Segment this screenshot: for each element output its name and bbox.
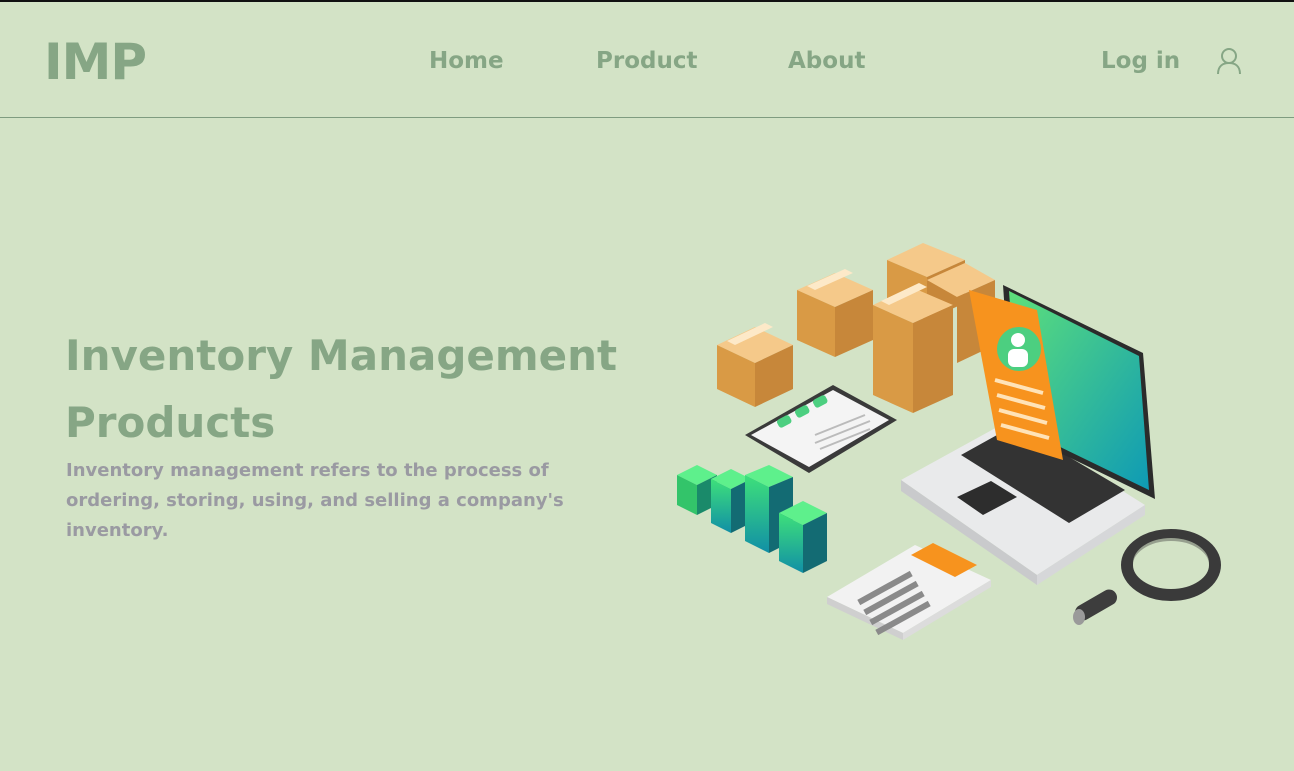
hero-title: Inventory Management Products xyxy=(65,331,618,447)
calculator-icon xyxy=(827,543,991,640)
login-link[interactable]: Log in xyxy=(1101,46,1180,76)
box-icon xyxy=(873,283,953,413)
nav-about-link[interactable]: About xyxy=(788,46,865,76)
hero-description: Inventory management refers to the proce… xyxy=(66,460,564,541)
nav-home-link[interactable]: Home xyxy=(429,46,504,76)
nav-product-link[interactable]: Product xyxy=(596,46,697,76)
bar-chart-blocks-icon xyxy=(677,465,827,573)
user-icon[interactable] xyxy=(1214,46,1244,76)
box-icon xyxy=(797,269,873,357)
site-header: IMP Home Product About Log in xyxy=(0,2,1294,118)
brand-logo[interactable]: IMP xyxy=(44,32,147,92)
inventory-illustration xyxy=(677,243,1221,640)
box-icon xyxy=(717,323,793,407)
magnifier-icon xyxy=(1073,529,1221,625)
